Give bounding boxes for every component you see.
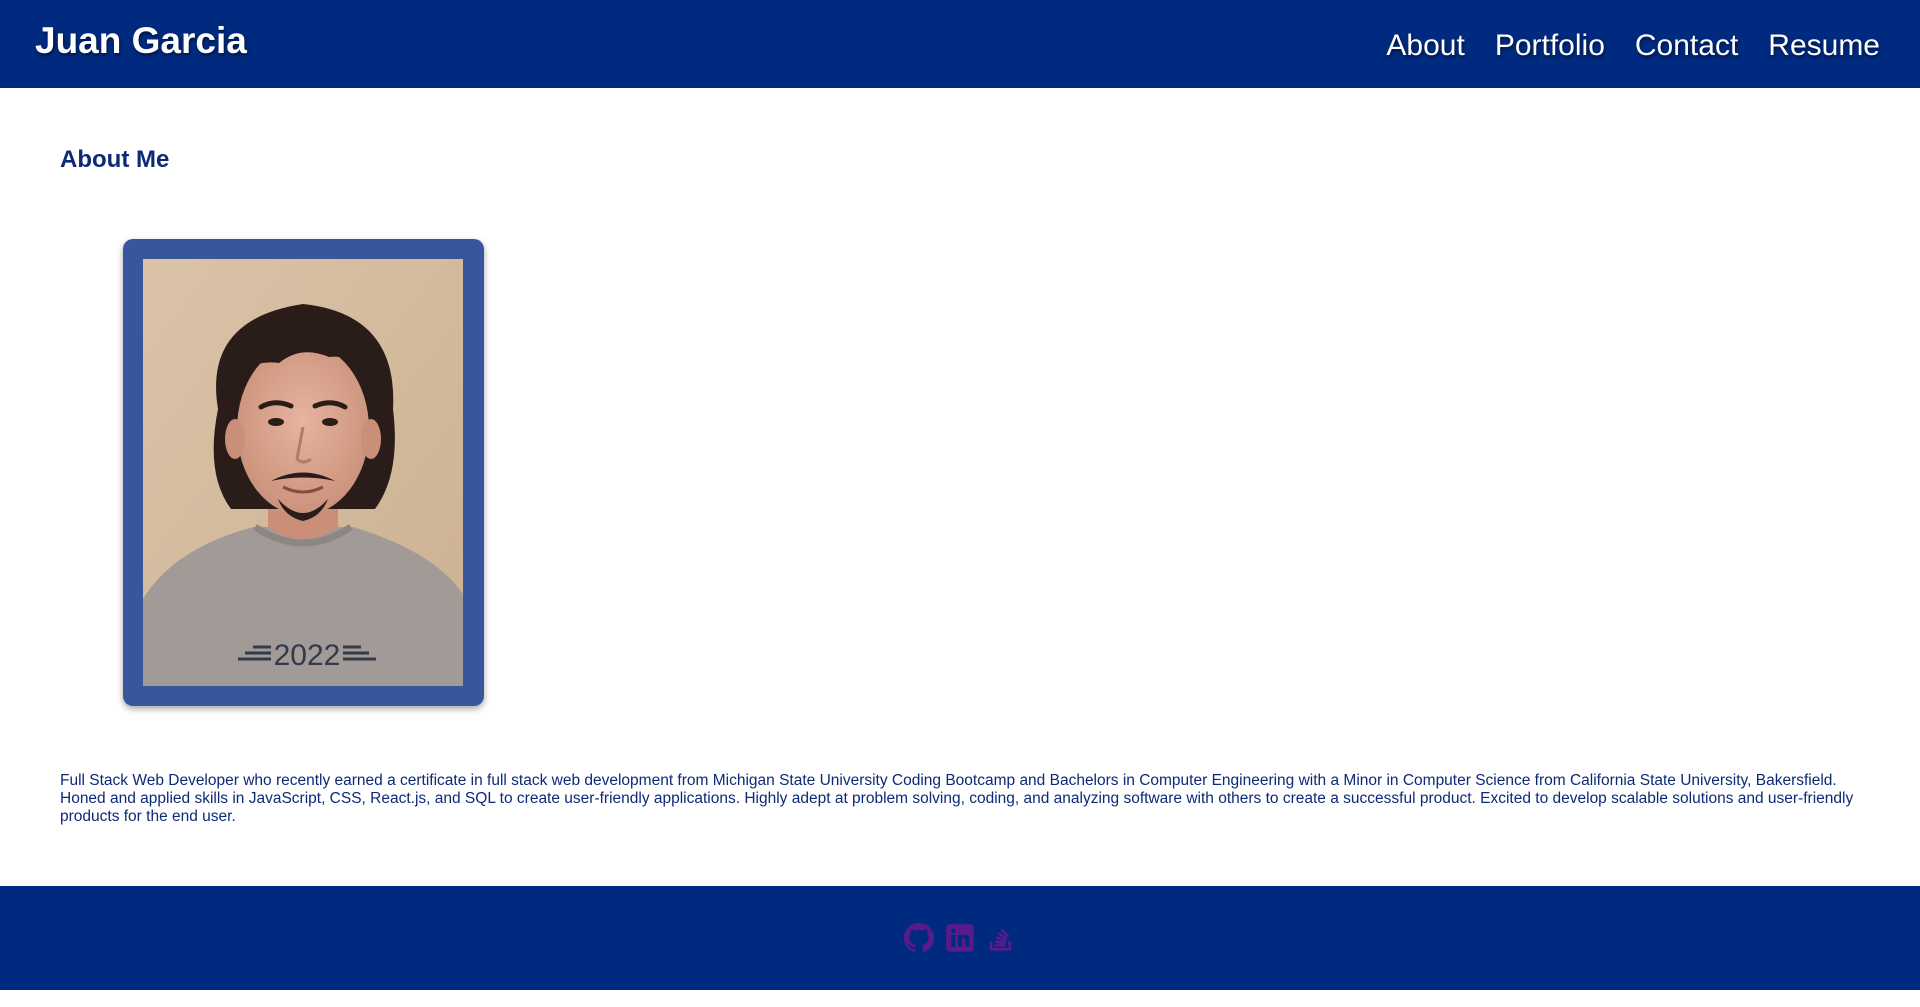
github-icon [904, 923, 934, 953]
nav-link-resume[interactable]: Resume [1768, 29, 1880, 63]
profile-photo: 2022 [143, 259, 463, 686]
site-footer [0, 886, 1920, 990]
stackoverflow-link[interactable] [986, 923, 1016, 953]
github-link[interactable] [904, 923, 934, 953]
profile-photo-frame: 2022 [123, 239, 484, 706]
about-title: About Me [60, 146, 170, 173]
linkedin-icon [946, 924, 974, 952]
nav-link-portfolio[interactable]: Portfolio [1495, 29, 1605, 63]
nav-link-contact[interactable]: Contact [1635, 29, 1738, 63]
main-nav: About Portfolio Contact Resume [1386, 29, 1880, 63]
photo-shirt-text: 2022 [274, 639, 341, 672]
site-header: Juan Garcia About Portfolio Contact Resu… [0, 0, 1920, 88]
linkedin-link[interactable] [945, 923, 975, 953]
site-brand[interactable]: Juan Garcia [35, 20, 247, 62]
stackoverflow-icon [989, 928, 1011, 951]
nav-link-about[interactable]: About [1386, 29, 1464, 63]
about-description: Full Stack Web Developer who recently ea… [60, 772, 1854, 825]
